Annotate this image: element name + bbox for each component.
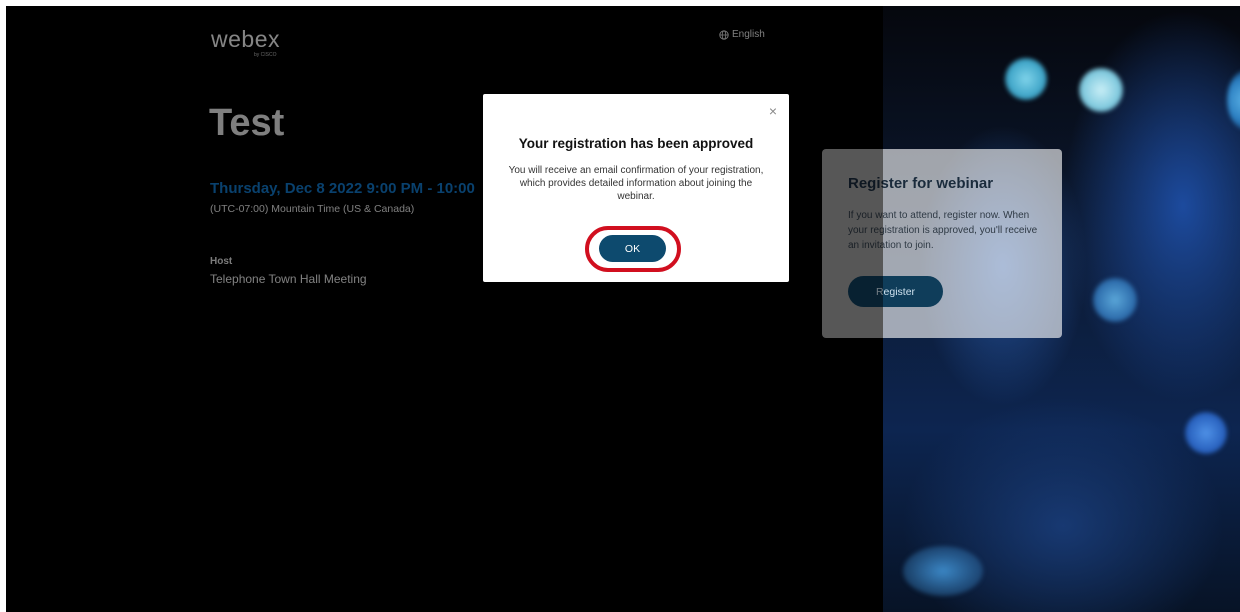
stage-light <box>903 546 983 596</box>
stage-light <box>1227 70 1240 130</box>
close-icon[interactable]: × <box>769 104 777 118</box>
stage-light <box>1185 412 1227 454</box>
stage-light <box>1079 68 1123 112</box>
registration-approved-dialog: × Your registration has been approved Yo… <box>483 94 789 282</box>
stage-light <box>1005 58 1047 100</box>
ok-button[interactable]: OK <box>599 235 666 262</box>
dialog-message: You will receive an email confirmation o… <box>508 165 764 202</box>
stage-light <box>1093 278 1137 322</box>
page-background: webex by CISCO English Test Thursday, De… <box>6 6 1240 612</box>
dialog-title: Your registration has been approved <box>518 136 754 151</box>
